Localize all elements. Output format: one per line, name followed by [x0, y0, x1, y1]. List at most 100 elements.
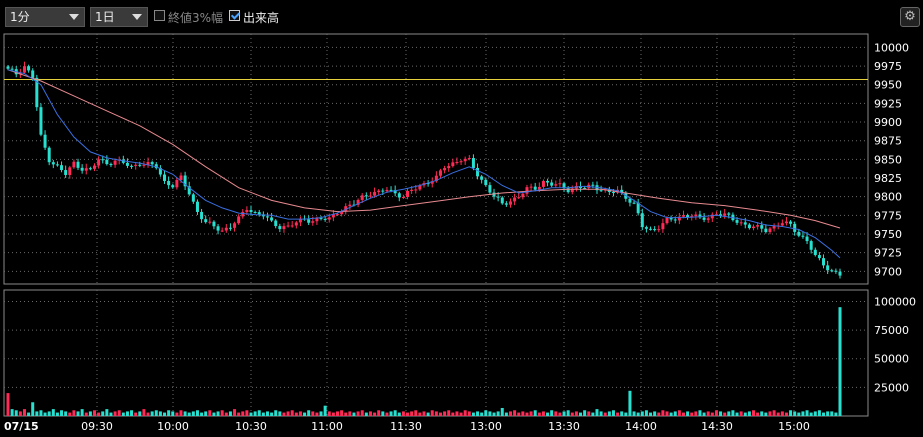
candle-body	[500, 197, 504, 204]
volume-bar	[183, 411, 187, 416]
volume-bar	[595, 409, 599, 416]
volume-bar	[142, 409, 146, 416]
volume-bar	[261, 412, 265, 416]
volume-bar	[632, 411, 636, 416]
volume-bar	[517, 412, 521, 416]
volume-bar	[702, 412, 706, 416]
candle-body	[167, 180, 171, 186]
volume-bar	[385, 412, 389, 416]
volume-bar	[97, 412, 101, 416]
candle-body	[88, 168, 92, 170]
volume-bar	[476, 411, 480, 416]
volume-bar	[195, 410, 199, 416]
candle-body	[504, 203, 508, 205]
candle-body	[665, 217, 669, 224]
candle-body	[43, 134, 47, 148]
volume-bar	[550, 410, 554, 416]
volume-bar	[393, 410, 397, 416]
volume-bar	[414, 410, 418, 416]
candle-body	[809, 241, 813, 250]
price-tick-label: 9875	[874, 135, 902, 148]
candle-body	[813, 249, 817, 256]
volume-bar	[64, 411, 68, 416]
candle-body	[727, 213, 731, 215]
candle-body	[368, 195, 372, 197]
volume-bar	[838, 307, 842, 416]
volume-bar	[18, 411, 22, 416]
volume-bar	[204, 411, 208, 416]
candle-body	[282, 226, 286, 230]
volume-bars	[6, 307, 842, 416]
volume-bar	[731, 410, 735, 416]
candle-body	[163, 174, 167, 181]
x-tick-label: 13:00	[470, 420, 502, 433]
volume-bar	[591, 412, 595, 416]
volume-bar	[657, 412, 661, 416]
volume-bar	[130, 410, 134, 416]
candle-body	[51, 162, 55, 165]
volume-bar	[323, 405, 327, 416]
candle-body	[319, 218, 323, 220]
volume-bar	[653, 411, 657, 416]
candle-body	[311, 221, 315, 223]
candle-body	[756, 225, 760, 227]
volume-bar	[513, 410, 517, 416]
x-tick-label: 09:30	[81, 420, 113, 433]
candle-body	[640, 213, 644, 228]
volume-bar	[508, 411, 512, 416]
candle-body	[191, 194, 195, 202]
x-tick-label: 14:00	[625, 420, 657, 433]
candle-body	[488, 185, 492, 193]
volume-bar	[834, 412, 838, 416]
candle-body	[224, 227, 228, 231]
volume-bar	[533, 410, 537, 416]
volume-bar	[43, 412, 47, 416]
volume-bar	[640, 411, 644, 416]
volume-bar	[723, 412, 727, 416]
volume-bar	[14, 410, 18, 416]
volume-bar	[669, 412, 673, 416]
candle-body	[92, 165, 96, 169]
volume-bar	[644, 410, 648, 416]
volume-bar	[570, 412, 574, 416]
candle-body	[817, 255, 821, 259]
volume-panel-frame	[3, 289, 869, 417]
candle-body	[546, 180, 550, 183]
volume-bar	[599, 411, 603, 416]
volume-bar	[274, 410, 278, 416]
candle-body	[644, 227, 648, 229]
price-tick-label: 9950	[874, 79, 902, 92]
candle-body	[130, 165, 134, 167]
volume-bar	[488, 411, 492, 416]
volume-bar	[500, 407, 504, 416]
volume-bar	[801, 411, 805, 416]
volume-bar	[6, 393, 10, 416]
price-tick-label: 9850	[874, 153, 902, 166]
volume-bar	[154, 410, 158, 416]
volume-bar	[101, 411, 105, 416]
volume-bar	[583, 410, 587, 416]
volume-bar	[760, 411, 764, 416]
volume-bar	[389, 411, 393, 416]
candle-body	[175, 179, 179, 188]
volume-bar	[764, 412, 768, 416]
volume-bar	[216, 411, 220, 416]
volume-bar	[776, 412, 780, 416]
volume-bar	[430, 410, 434, 416]
volume-bar	[496, 411, 500, 416]
price-tick-label: 9975	[874, 60, 902, 73]
volume-bar	[768, 411, 772, 416]
volume-bar	[117, 410, 121, 416]
volume-bar	[480, 412, 484, 416]
volume-bar	[562, 411, 566, 416]
volume-bar	[245, 410, 249, 416]
volume-bar	[121, 412, 125, 416]
ma-short-line	[7, 69, 841, 259]
volume-bar	[607, 411, 611, 416]
candle-body	[105, 159, 109, 165]
candle-body	[109, 164, 113, 166]
volume-bar	[455, 411, 459, 416]
volume-bar	[537, 412, 541, 416]
volume-bar	[270, 412, 274, 416]
candle-body	[447, 166, 451, 169]
